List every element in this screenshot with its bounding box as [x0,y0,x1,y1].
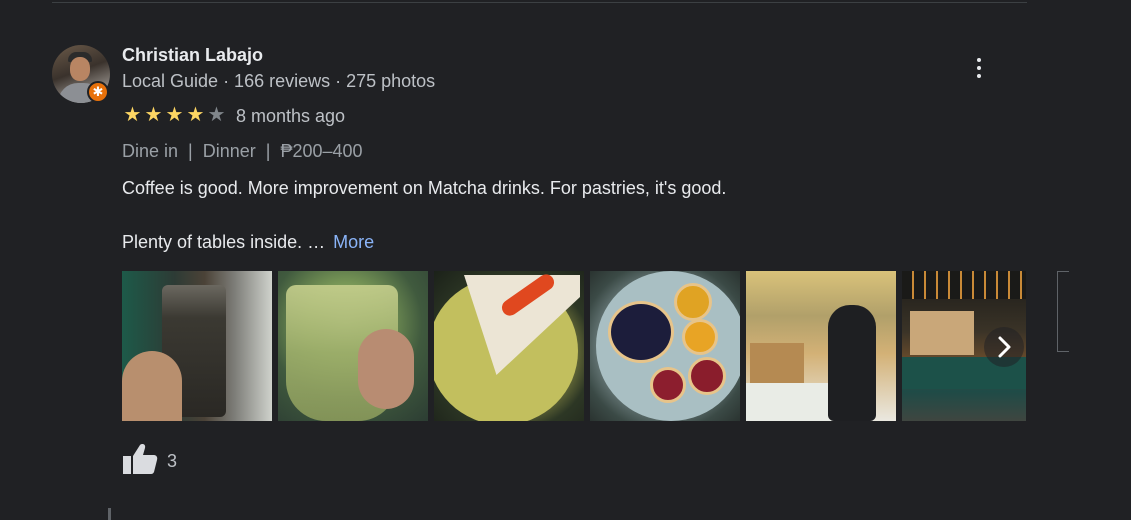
next-panel-edge [1057,271,1069,352]
rating-stars: ★ ★ ★ ★ ★ [122,104,227,126]
carrot-cake-photo[interactable] [434,271,584,421]
iced-coffee-photo[interactable] [122,271,272,421]
next-review-edge [108,508,111,520]
star-icon: ★ [165,104,184,126]
reviewer-name[interactable]: Christian Labajo [122,45,263,66]
review-text-line1: Coffee is good. More improvement on Matc… [122,178,727,198]
tag-separator: | [265,141,271,161]
like-count: 3 [167,451,178,471]
thumbs-up-icon[interactable] [122,443,158,475]
star-icon: ★ [144,104,163,126]
chevron-right-icon[interactable] [984,327,1024,367]
more-link[interactable]: More [333,232,374,252]
review-text-line2: Plenty of tables inside. … More [122,232,374,253]
cafe-counter-photo[interactable] [746,271,896,421]
tag-separator: | [188,141,193,161]
tag-service: Dine in [122,141,179,161]
review-card: ✱ Christian Labajo Local Guide · 166 rev… [0,0,1131,520]
tag-price: ₱200–400 [280,141,363,161]
matcha-drink-photo[interactable] [278,271,428,421]
star-icon: ★ [186,104,205,126]
star-icon: ★ [207,104,226,126]
more-vert-icon[interactable] [969,56,989,82]
reviewer-meta: Local Guide · 166 reviews · 275 photos [122,71,436,91]
local-guide-badge-icon: ✱ [87,81,109,103]
tarts-plate-photo[interactable] [590,271,740,421]
review-tags: Dine in | Dinner | ₱200–400 [122,141,363,162]
star-icon: ★ [123,104,142,126]
review-text-truncated: Plenty of tables inside. … [122,232,326,252]
tag-meal: Dinner [202,141,256,161]
review-time: 8 months ago [236,106,346,126]
divider [52,2,1027,3]
